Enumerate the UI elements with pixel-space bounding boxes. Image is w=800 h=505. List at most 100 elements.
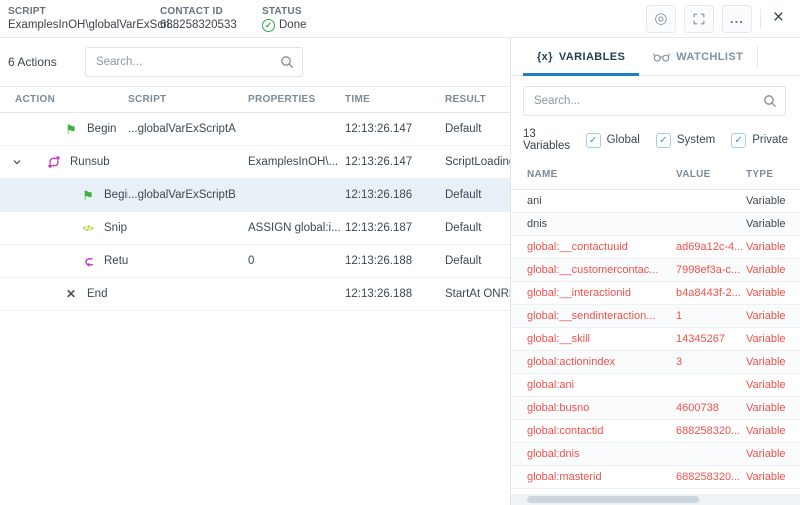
variable-type: Variable [746, 287, 800, 299]
return-arrow-icon [80, 255, 96, 268]
variable-name: global:dnis [527, 448, 676, 460]
variable-value: 3 [676, 356, 746, 368]
scrollbar-thumb[interactable] [527, 496, 699, 503]
checkbox-system-icon[interactable]: ✓ [656, 133, 671, 148]
expand-icon [692, 12, 706, 26]
filter-private-label: Private [752, 134, 788, 146]
filter-group: ✓ Global ✓ System ✓ Private [586, 133, 788, 148]
filter-system[interactable]: ✓ System [656, 133, 715, 148]
result-cell: Default [445, 189, 510, 201]
variables-count: 13 Variables [523, 128, 586, 152]
header-actions: ◎ ... × [646, 5, 792, 33]
close-button[interactable]: × [769, 8, 792, 29]
variable-row[interactable]: global:actionindex3Variable [511, 351, 800, 374]
action-cell: Runsub [0, 155, 128, 169]
variable-name: global:actionindex [527, 356, 676, 368]
expand-button[interactable] [684, 5, 714, 33]
actions-search-input[interactable] [96, 56, 280, 68]
variable-row[interactable]: dnis Variable [511, 213, 800, 236]
variable-type: Variable [746, 425, 800, 437]
variable-name: global:masterid [527, 471, 676, 483]
action-cell: ⚑Begin [0, 123, 128, 136]
status-meta: STATUS ✓ Done [262, 6, 382, 32]
variable-row[interactable]: global:masterid688258320...Variable [511, 466, 800, 489]
result-cell: ScriptLoading [445, 156, 510, 168]
header-divider [760, 9, 761, 29]
variable-name: global:contactid [527, 425, 676, 437]
variables-table-header: NAME VALUE TYPE [511, 160, 800, 190]
action-row[interactable]: ⚑Begin...globalVarExScriptA12:13:26.147D… [0, 113, 510, 146]
col-name: NAME [527, 169, 676, 180]
variable-name: global:__sendinteraction... [527, 310, 676, 322]
horizontal-scrollbar [511, 494, 800, 505]
variable-row[interactable]: global:__contactuuidad69a12c-4...Variabl… [511, 236, 800, 259]
action-label: Return [104, 255, 128, 267]
tab-watchlist[interactable]: WATCHLIST [639, 38, 757, 75]
chevron-slot [12, 157, 30, 167]
action-row[interactable]: ⚑Begin...globalVarExScriptB12:13:26.186D… [0, 179, 510, 212]
variable-name: global:__skill [527, 333, 676, 345]
filter-global[interactable]: ✓ Global [586, 133, 640, 148]
variable-row[interactable]: global:busno4600738Variable [511, 397, 800, 420]
action-label: Begin [104, 189, 128, 201]
properties-cell: 0 [248, 255, 345, 267]
action-row[interactable]: </>Snip...ASSIGN global:i...12:13:26.187… [0, 212, 510, 245]
variable-type: Variable [746, 218, 800, 230]
variable-type: Variable [746, 379, 800, 391]
variable-row[interactable]: aniVariable [511, 190, 800, 213]
action-row[interactable]: RunsubExamplesInOH\...12:13:26.147Script… [0, 146, 510, 179]
variable-row[interactable]: global:__interactionidb4a8443f-2...Varia… [511, 282, 800, 305]
variable-row[interactable]: global:aniVariable [511, 374, 800, 397]
record-target-button[interactable]: ◎ [646, 5, 676, 33]
tab-variables[interactable]: {x} VARIABLES [523, 38, 639, 75]
search-icon [280, 55, 294, 69]
variable-row[interactable]: global:__sendinteraction...1Variable [511, 305, 800, 328]
contact-id-label: CONTACT ID [160, 6, 262, 17]
action-cell: </>Snip... [0, 222, 128, 234]
col-type: TYPE [746, 169, 800, 180]
variable-row[interactable]: global:__skill14345267Variable [511, 328, 800, 351]
contact-id-meta: CONTACT ID 688258320533 [160, 6, 262, 31]
variable-name: global:__customercontac... [527, 264, 676, 276]
variables-search-box [523, 86, 786, 116]
more-options-button[interactable]: ... [722, 5, 752, 33]
filter-system-label: System [677, 134, 715, 146]
actions-toolbar: 6 Actions [0, 38, 510, 86]
action-row[interactable]: ✕End12:13:26.188StartAt ONRELE... [0, 278, 510, 311]
properties-cell: ASSIGN global:i... [248, 222, 345, 234]
actions-rows: ⚑Begin...globalVarExScriptA12:13:26.147D… [0, 113, 510, 311]
variable-value: b4a8443f-2... [676, 287, 746, 299]
action-row[interactable]: Return012:13:26.188Default [0, 245, 510, 278]
script-meta: SCRIPT ExamplesInOH\globalVarExScri... [8, 6, 160, 31]
close-icon: × [773, 7, 784, 28]
variable-name: global:busno [527, 402, 676, 414]
actions-count: 6 Actions [8, 55, 85, 69]
script-cell: ...globalVarExScriptA [128, 123, 248, 135]
variables-filters: 13 Variables ✓ Global ✓ System ✓ Private [511, 124, 800, 156]
time-cell: 12:13:26.147 [345, 156, 445, 168]
col-result: RESULT [445, 94, 510, 105]
begin-flag-icon: ⚑ [63, 123, 79, 136]
checkbox-private-icon[interactable]: ✓ [731, 133, 746, 148]
variables-search-input[interactable] [534, 95, 763, 107]
variables-brace-icon: {x} [537, 51, 553, 63]
variable-row[interactable]: global:contactid688258320...Variable [511, 420, 800, 443]
variable-row[interactable]: global:__customercontac...7998ef3a-c...V… [511, 259, 800, 282]
script-cell: ...globalVarExScriptB [128, 189, 248, 201]
action-label: Runsub [70, 156, 110, 168]
col-script: SCRIPT [128, 94, 248, 105]
script-value: ExamplesInOH\globalVarExScri... [8, 19, 160, 31]
variable-row[interactable]: global:dnisVariable [511, 443, 800, 466]
variable-name: dnis [527, 218, 676, 230]
col-time: TIME [345, 94, 445, 105]
result-cell: StartAt ONRELE... [445, 288, 510, 300]
chevron-down-icon[interactable] [12, 157, 22, 167]
variable-value: ad69a12c-4... [676, 241, 746, 253]
window-header: SCRIPT ExamplesInOH\globalVarExScri... C… [0, 0, 800, 38]
action-label: Snip... [104, 222, 128, 234]
ellipsis-icon: ... [730, 11, 744, 26]
time-cell: 12:13:26.147 [345, 123, 445, 135]
action-cell: Return [0, 255, 128, 268]
checkbox-global-icon[interactable]: ✓ [586, 133, 601, 148]
filter-private[interactable]: ✓ Private [731, 133, 788, 148]
